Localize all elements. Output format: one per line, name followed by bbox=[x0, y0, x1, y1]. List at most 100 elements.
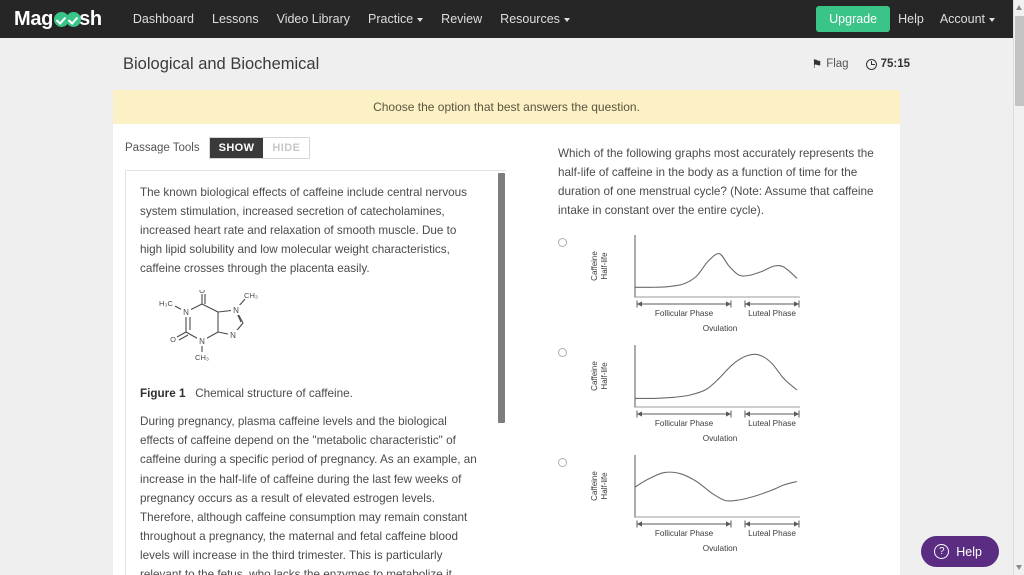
phase-span: Follicular Phase bbox=[636, 520, 732, 538]
timer[interactable]: 75:15 bbox=[865, 58, 910, 70]
instruction-text: Choose the option that best answers the … bbox=[373, 100, 640, 114]
question-mark-icon: ? bbox=[934, 544, 950, 559]
molecule-label-oxygen-top: O bbox=[199, 290, 205, 295]
y-axis-label-line2: Half-life bbox=[600, 252, 609, 280]
top-navbar: Mag sh Dashboard Lessons Video Library P… bbox=[0, 0, 1013, 38]
molecule-label-methyl-left: H₃C bbox=[159, 299, 173, 308]
nav-item-lessons[interactable]: Lessons bbox=[203, 12, 268, 26]
figure-caption-text: Chemical structure of caffeine. bbox=[195, 387, 353, 401]
nav-item-resources[interactable]: Resources bbox=[491, 12, 579, 26]
molecule-label-n7: N bbox=[233, 306, 239, 315]
header-meta: ⚑ Flag 75:15 bbox=[811, 58, 910, 70]
magoosh-logo[interactable]: Mag sh bbox=[14, 8, 102, 31]
phase-span: Luteal Phase bbox=[744, 410, 800, 428]
flag-button[interactable]: ⚑ Flag bbox=[811, 58, 848, 70]
upgrade-button[interactable]: Upgrade bbox=[816, 6, 891, 32]
phase-label-0: Follicular Phase bbox=[655, 309, 714, 318]
molecule-label-oxygen-left: O bbox=[170, 335, 176, 344]
nav-item-dashboard[interactable]: Dashboard bbox=[124, 12, 203, 26]
y-axis-label: Caffeine Half-life bbox=[590, 250, 609, 280]
data-curve bbox=[634, 471, 798, 502]
nav-item-video-library[interactable]: Video Library bbox=[268, 12, 359, 26]
data-curve bbox=[634, 252, 798, 288]
question-stem: Which of the following graphs most accur… bbox=[558, 147, 874, 217]
molecule-label-methyl-top-right: CH₃ bbox=[244, 291, 258, 300]
scroll-up-arrow-icon[interactable] bbox=[1016, 5, 1022, 10]
phase-span: Luteal Phase bbox=[744, 300, 800, 318]
answer-choice-graph: Caffeine Half-life Follicular Phase Luteal … bbox=[575, 232, 807, 337]
nav-item-review[interactable]: Review bbox=[432, 12, 491, 26]
x-axis-label-ovulation: Ovulation bbox=[703, 434, 738, 442]
phase-span: Follicular Phase bbox=[636, 300, 732, 318]
nav-item-account-label: Account bbox=[939, 12, 985, 26]
logo-text-left: Mag bbox=[14, 7, 54, 30]
answer-choice[interactable]: Caffeine Half-life Follicular Phase Luteal … bbox=[558, 342, 878, 447]
nav-item-help[interactable]: Help bbox=[890, 12, 932, 26]
y-axis-label: Caffeine Half-life bbox=[590, 470, 609, 500]
flag-icon: ⚑ bbox=[811, 57, 823, 71]
phase-span: Follicular Phase bbox=[636, 410, 732, 428]
radio-button[interactable] bbox=[558, 237, 567, 247]
content-panel: Choose the option that best answers the … bbox=[113, 90, 900, 575]
nav-item-practice[interactable]: Practice bbox=[359, 12, 432, 26]
caffeine-structure-figure: O O H₃C CH₃ CH₃ N N N N bbox=[144, 286, 480, 381]
figure-label: Figure 1 bbox=[140, 387, 186, 401]
help-widget-label: Help bbox=[956, 544, 982, 559]
y-axis-label: Caffeine Half-life bbox=[590, 360, 609, 390]
graph-choice-c: Caffeine Half-life Follicular Phase Luteal … bbox=[590, 454, 800, 553]
y-axis-label-line2: Half-life bbox=[600, 472, 609, 500]
answer-choice[interactable]: Caffeine Half-life Follicular Phase Luteal … bbox=[558, 452, 878, 557]
nav-item-practice-label: Practice bbox=[368, 12, 414, 26]
flag-label: Flag bbox=[826, 58, 849, 70]
y-axis-label-line2: Half-life bbox=[600, 362, 609, 390]
caffeine-molecule-svg: O O H₃C CH₃ CH₃ N N N N bbox=[159, 286, 258, 362]
phase-label-1: Luteal Phase bbox=[748, 529, 796, 538]
nav-item-resources-label: Resources bbox=[500, 12, 560, 26]
passage-scrollbar-thumb[interactable] bbox=[498, 173, 505, 423]
molecule-label-n1: N bbox=[183, 308, 189, 317]
phase-label-1: Luteal Phase bbox=[748, 419, 796, 428]
page-scrollbar[interactable] bbox=[1013, 0, 1024, 575]
y-axis-label-line1: Caffeine bbox=[590, 470, 599, 500]
help-widget-button[interactable]: ? Help bbox=[921, 536, 999, 567]
clock-icon bbox=[865, 58, 877, 70]
phase-span: Luteal Phase bbox=[744, 520, 800, 538]
passage-paragraph-1: The known biological effects of caffeine… bbox=[140, 186, 468, 276]
nav-right-group: Upgrade Help Account bbox=[816, 6, 1003, 32]
app-root: Mag sh Dashboard Lessons Video Library P… bbox=[0, 0, 1024, 575]
y-axis-label-line1: Caffeine bbox=[590, 360, 599, 390]
passage-hide-button[interactable]: HIDE bbox=[263, 138, 310, 158]
phase-label-1: Luteal Phase bbox=[748, 309, 796, 318]
answer-choice[interactable]: Caffeine Half-life Follicular Phase Luteal … bbox=[558, 232, 878, 337]
passage-show-button[interactable]: SHOW bbox=[209, 138, 264, 158]
page-scrollbar-thumb[interactable] bbox=[1015, 16, 1024, 106]
y-axis-label-line1: Caffeine bbox=[590, 250, 599, 280]
radio-button[interactable] bbox=[558, 347, 567, 357]
logo-check-icon bbox=[54, 11, 82, 27]
section-header: Biological and Biochemical ⚑ Flag 75:15 bbox=[0, 38, 1013, 90]
timer-value: 75:15 bbox=[880, 58, 910, 70]
logo-text-right: sh bbox=[79, 7, 102, 30]
passage-paragraph-2: During pregnancy, plasma caffeine levels… bbox=[140, 415, 477, 575]
answer-choice-graph: Caffeine Half-life Follicular Phase Luteal … bbox=[575, 342, 807, 447]
passage-scroll-area[interactable]: The known biological effects of caffeine… bbox=[125, 170, 506, 575]
passage-tools-toggle: SHOW HIDE bbox=[208, 137, 311, 159]
radio-button[interactable] bbox=[558, 457, 567, 467]
graph-choice-b: Caffeine Half-life Follicular Phase Luteal … bbox=[590, 344, 800, 443]
scroll-down-arrow-icon[interactable] bbox=[1016, 565, 1022, 570]
molecule-label-methyl-bottom: CH₃ bbox=[195, 353, 209, 362]
data-curve bbox=[634, 353, 798, 399]
question-column: Which of the following graphs most accur… bbox=[506, 124, 900, 575]
page-title: Biological and Biochemical bbox=[123, 54, 320, 73]
phase-label-0: Follicular Phase bbox=[655, 419, 714, 428]
passage-scrollbar[interactable] bbox=[498, 171, 506, 575]
answer-choice-graph: Caffeine Half-life Follicular Phase Luteal … bbox=[575, 452, 807, 557]
x-axis-label-ovulation: Ovulation bbox=[703, 544, 738, 552]
panel-body: Passage Tools SHOW HIDE The known biolog… bbox=[113, 124, 900, 575]
nav-item-account[interactable]: Account bbox=[932, 12, 1003, 26]
answer-choices: Caffeine Half-life Follicular Phase Luteal … bbox=[558, 232, 878, 557]
phase-label-0: Follicular Phase bbox=[655, 529, 714, 538]
nav-links: Dashboard Lessons Video Library Practice… bbox=[124, 12, 579, 26]
chevron-down-icon bbox=[417, 17, 424, 22]
passage-column: Passage Tools SHOW HIDE The known biolog… bbox=[113, 124, 506, 575]
